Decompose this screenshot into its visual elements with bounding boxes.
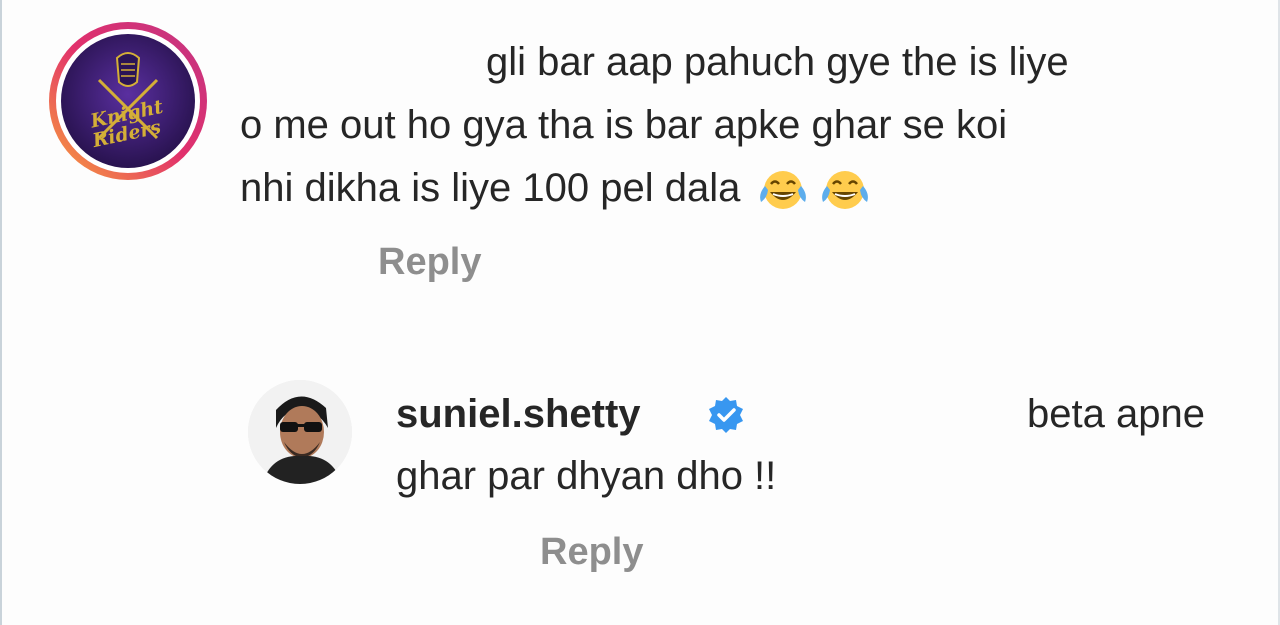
comment-text-line-with-emoji: nhi dikha is liye 100 pel dala: [240, 164, 873, 212]
comment-text-line: gli bar aap pahuch gye the is liye: [486, 40, 1069, 84]
reply-button[interactable]: Reply: [540, 530, 643, 574]
frame-border-left: [0, 0, 2, 625]
avatar[interactable]: Knight Riders: [47, 20, 209, 182]
reply-button[interactable]: Reply: [378, 240, 481, 284]
kkr-logo-icon: Knight Riders: [49, 22, 207, 180]
profile-photo-icon: [248, 380, 352, 484]
comment-text: nhi dikha is liye 100 pel dala: [240, 166, 741, 210]
comment-text-line: o me out ho gya tha is bar apke ghar se …: [240, 103, 1008, 147]
avatar[interactable]: [248, 380, 352, 484]
verified-badge-icon: [709, 397, 743, 433]
reply-text: ghar par dhyan dho !!: [396, 454, 777, 498]
reply-text: beta apne: [1027, 392, 1205, 436]
face-with-tears-of-joy-icon: [821, 171, 868, 210]
username[interactable]: suniel.shetty: [396, 390, 641, 438]
face-with-tears-of-joy-icon: [760, 171, 807, 210]
